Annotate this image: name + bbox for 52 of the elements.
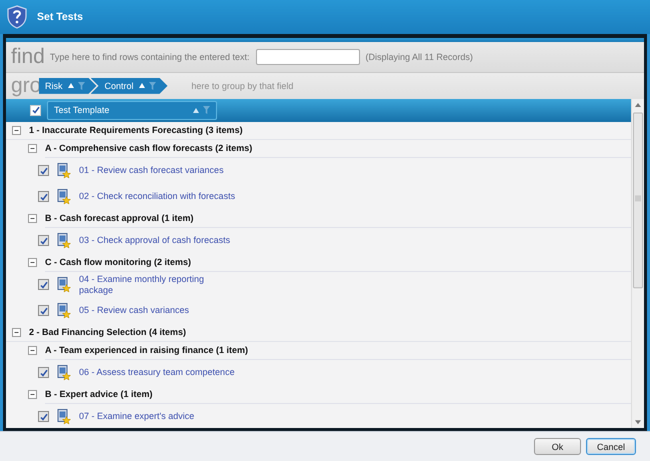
help-shield-icon [7, 4, 27, 29]
test-link[interactable]: 04 - Examine monthly reporting package [79, 274, 204, 296]
group-row[interactable]: B - Expert advice (1 item) [45, 386, 631, 404]
test-link[interactable]: 06 - Assess treasury team competence [79, 367, 235, 378]
checkbox[interactable] [38, 165, 49, 176]
find-prompt: Type here to find rows containing the entered text: [50, 52, 250, 62]
record-count: (Displaying All 11 Records) [365, 52, 473, 62]
sort-icon[interactable] [138, 83, 145, 88]
test-link[interactable]: 03 - Check approval of cash forecasts [79, 235, 230, 246]
sort-icon[interactable] [68, 83, 74, 88]
group-row[interactable]: A - Comprehensive cash flow forecasts (2 items) [45, 140, 631, 158]
test-link[interactable]: 05 - Review cash variances [79, 305, 190, 316]
collapse-icon[interactable] [28, 346, 37, 356]
collapse-icon[interactable] [12, 126, 21, 135]
document-star-icon [57, 232, 71, 249]
scrollbar[interactable] [631, 98, 644, 428]
window-title: Set Tests [37, 10, 83, 23]
collapse-icon[interactable] [28, 144, 37, 154]
document-star-icon [57, 364, 71, 381]
document-star-icon [57, 276, 71, 293]
sort-icon[interactable] [193, 108, 199, 113]
group-row[interactable]: C - Cash flow monitoring (2 items) [45, 254, 631, 272]
group-row[interactable]: A - Team experienced in raising finance (1 item) [45, 342, 631, 360]
column-header[interactable]: Test Template [47, 100, 217, 120]
test-link[interactable]: 02 - Check reconciliation with forecasts [79, 191, 236, 202]
document-star-icon [57, 408, 71, 425]
search-field[interactable] [256, 48, 360, 65]
collapse-icon[interactable] [28, 390, 37, 400]
checkbox[interactable] [38, 235, 49, 246]
cancel-button[interactable]: Cancel [586, 438, 636, 456]
group-row[interactable]: 2 - Bad Financing Selection (4 items) [29, 327, 186, 338]
group-chip[interactable]: Control [90, 78, 168, 94]
find-label: find [11, 46, 45, 68]
group-row[interactable]: B - Cash forecast approval (1 item) [45, 210, 631, 228]
checkbox[interactable] [38, 305, 49, 316]
checkbox[interactable] [38, 411, 49, 422]
document-star-icon [57, 302, 71, 319]
checkbox[interactable] [38, 367, 49, 378]
collapse-icon[interactable] [28, 258, 37, 268]
document-star-icon [57, 162, 71, 179]
collapse-icon[interactable] [28, 214, 37, 224]
checkbox[interactable] [30, 104, 41, 116]
checkbox[interactable] [38, 191, 49, 202]
ok-button[interactable]: Ok [534, 438, 581, 456]
checkbox[interactable] [38, 279, 49, 290]
group-hint: here to group by that field [191, 80, 294, 91]
document-star-icon [57, 188, 71, 205]
collapse-icon[interactable] [12, 328, 21, 337]
group-chip[interactable]: Risk [39, 78, 96, 94]
group-row[interactable]: 1 - Inaccurate Requirements Forecasting (3 items) [29, 125, 243, 136]
test-link[interactable]: 07 - Examine expert's advice [79, 411, 194, 422]
test-link[interactable]: 01 - Review cash forecast variances [79, 165, 224, 176]
